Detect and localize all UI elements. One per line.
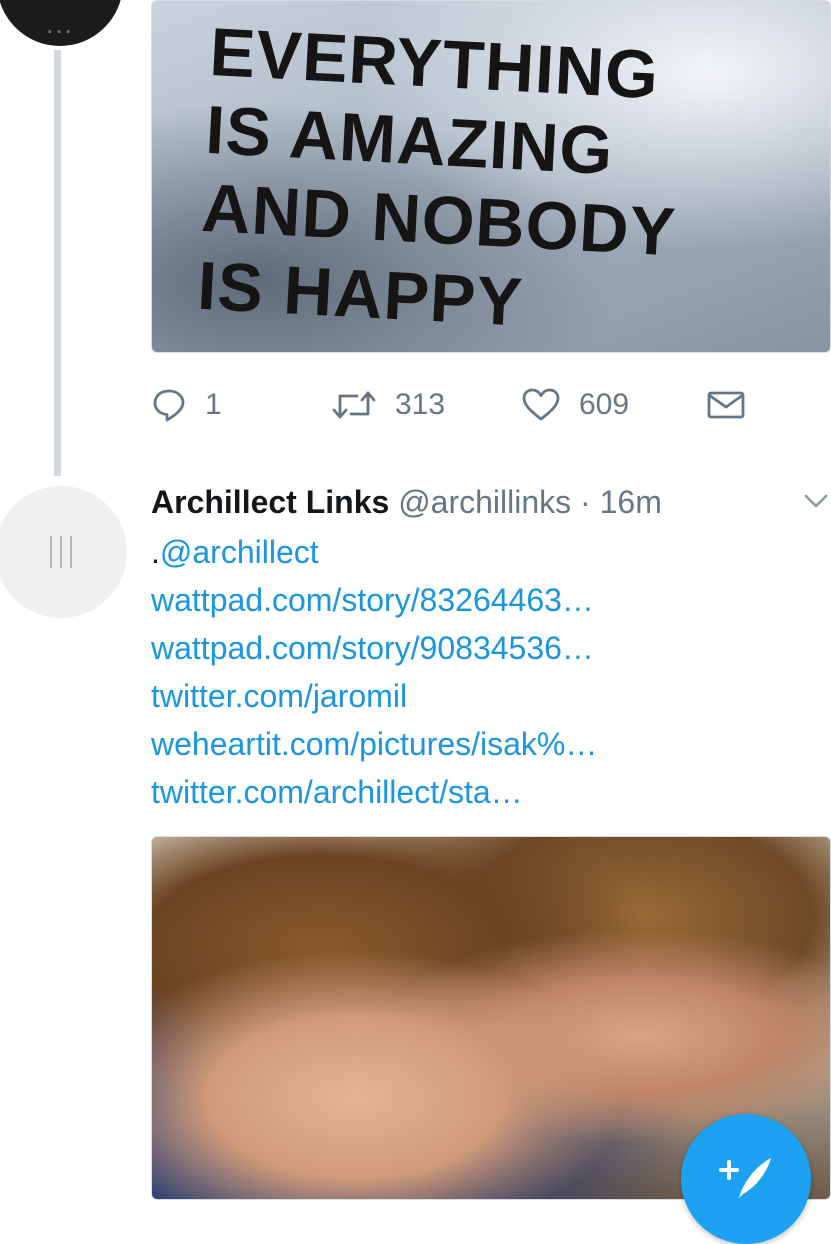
avatar-dots: ... [46,9,74,39]
author-handle[interactable]: @archillinks [398,484,571,520]
thread-line [54,50,61,476]
compose-icon [719,1158,771,1198]
mention-prefix: . [151,534,160,570]
tweet[interactable]: Archillect Links @archillinks · 16m .@ar… [151,476,831,816]
mention-link[interactable]: @archillect [160,534,319,570]
avatar-logo [50,536,72,568]
tweet-media-image[interactable]: EVERYTHING IS AMAZING AND NOBODY IS HAPP… [151,0,831,353]
reply-button[interactable]: 1 [151,387,222,423]
reply-icon [153,389,185,422]
reply-count: 1 [205,388,222,421]
heart-icon [522,388,560,421]
tweet-text: .@archillect wattpad.com/story/83264463…… [151,528,831,816]
url-link[interactable]: twitter.com/archillect/sta… [151,774,523,810]
shirt-print-text: EVERYTHING IS AMAZING AND NOBODY IS HAPP… [196,13,686,349]
timestamp[interactable]: 16m [600,484,662,520]
chevron-down-icon[interactable] [801,486,831,516]
avatar[interactable]: ... [0,0,123,46]
url-link[interactable]: wattpad.com/story/90834536… [151,630,594,666]
envelope-icon [707,391,745,419]
retweet-icon [332,391,376,419]
compose-button[interactable] [681,1114,811,1244]
retweet-count: 313 [395,388,446,421]
url-link[interactable]: twitter.com/jaromil [151,678,407,714]
author-name[interactable]: Archillect Links [151,484,389,520]
direct-message-button[interactable] [706,389,746,421]
tweet-header: Archillect Links @archillinks · 16m [151,476,831,528]
like-button[interactable]: 609 [521,387,629,423]
separator: · [580,484,591,520]
url-link[interactable]: wattpad.com/story/83264463… [151,582,594,618]
avatar[interactable] [0,486,127,618]
url-link[interactable]: weheartit.com/pictures/isak%… [151,726,597,762]
retweet-button[interactable]: 313 [331,387,445,423]
tweet-actions: 1 313 609 [151,380,751,430]
like-count: 609 [579,388,630,421]
